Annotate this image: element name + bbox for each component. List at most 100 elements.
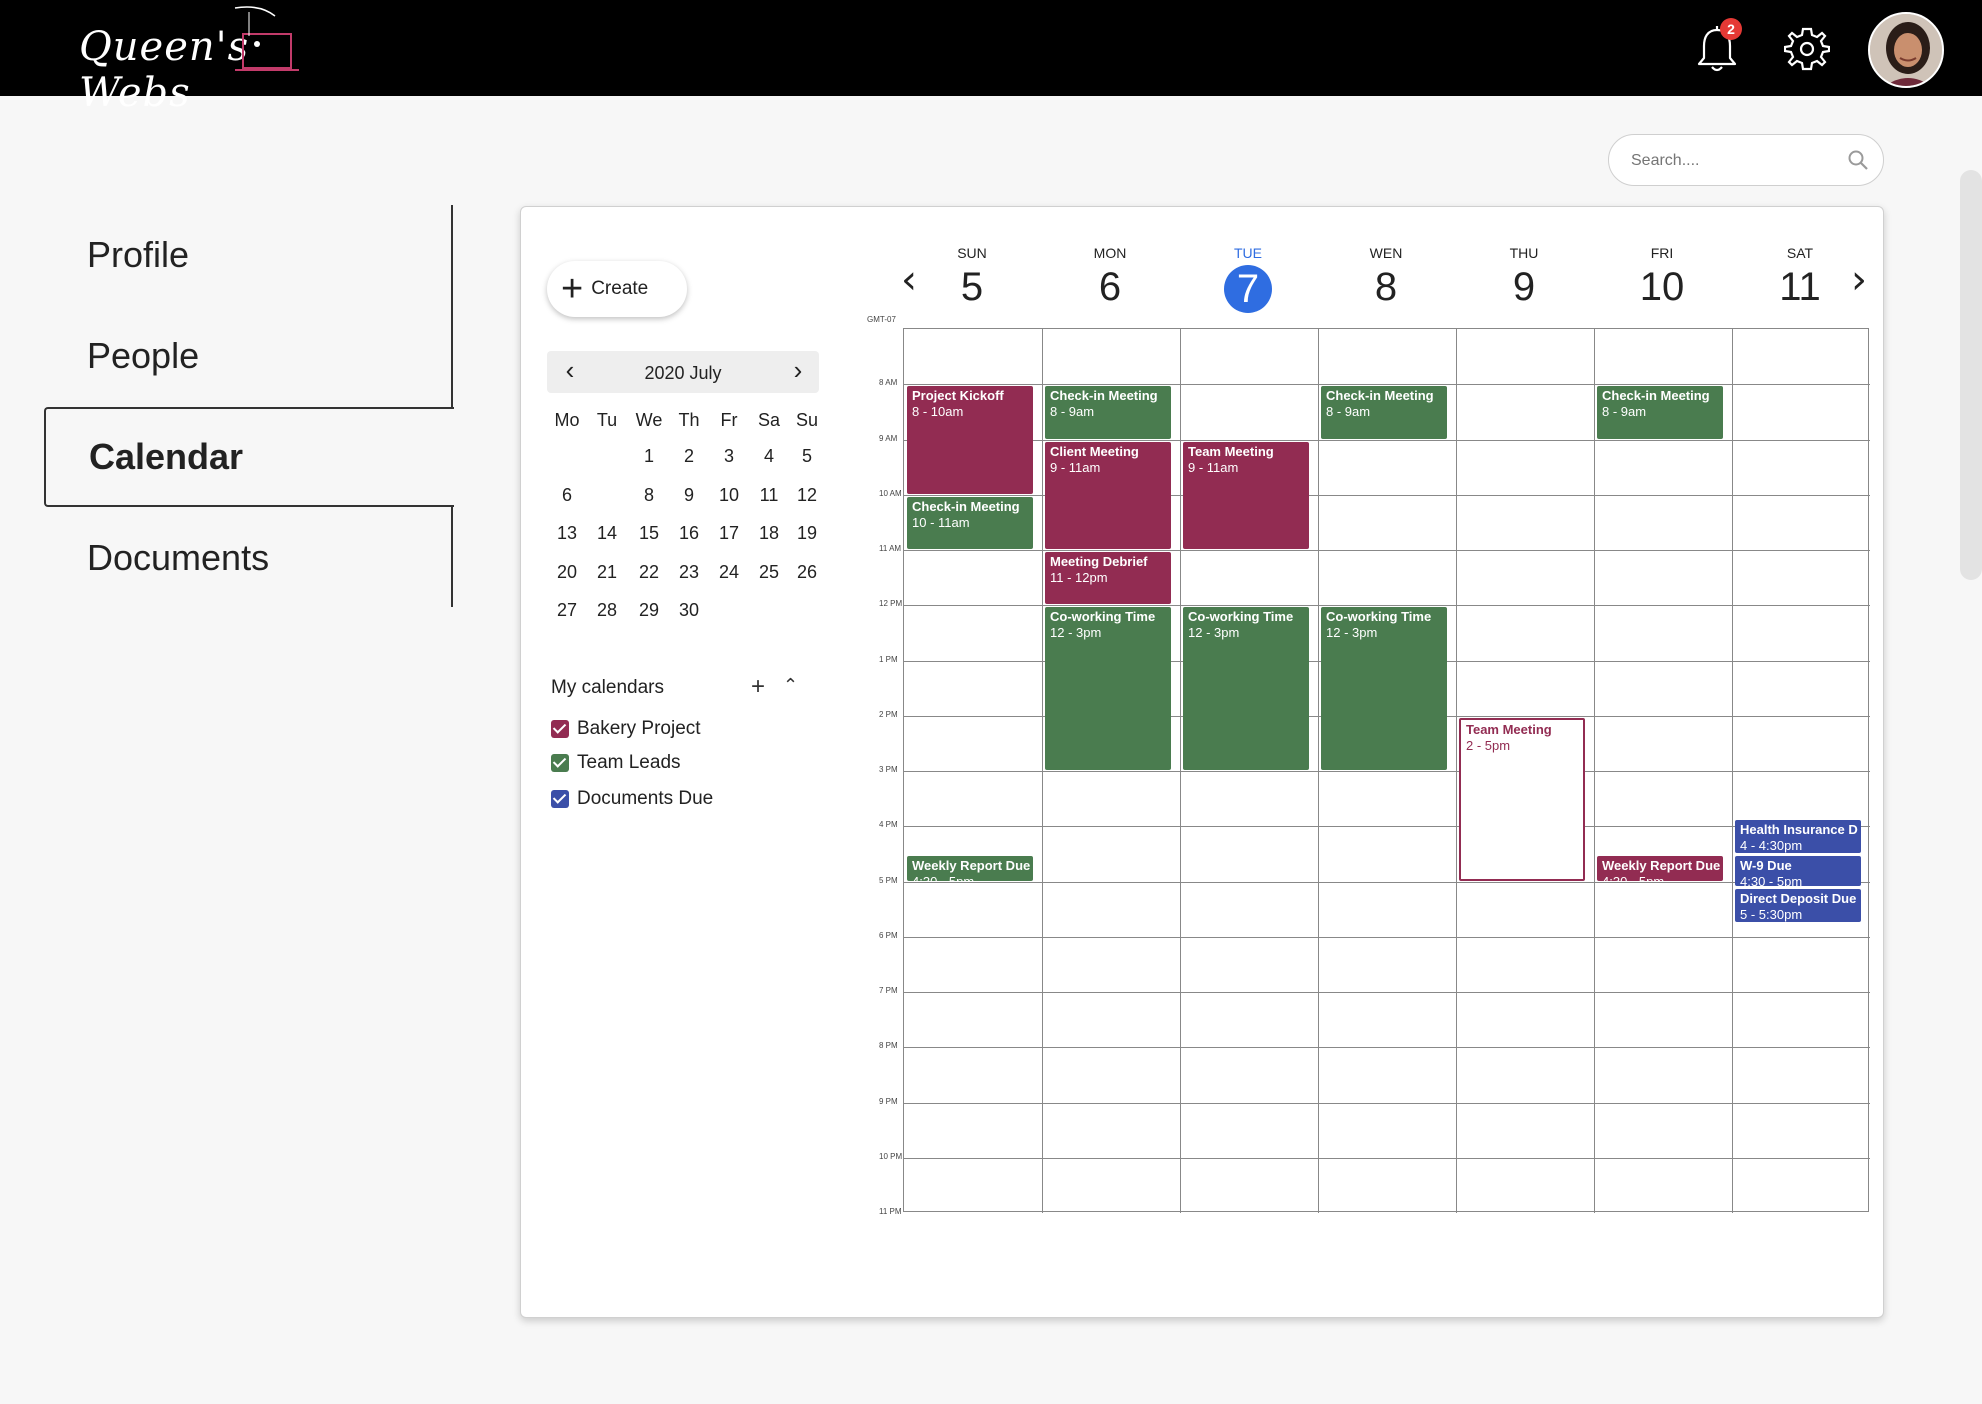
page-scrollbar[interactable] <box>1960 170 1982 580</box>
mini-day[interactable]: 10 <box>709 480 749 510</box>
calendar-checkbox[interactable] <box>551 790 569 808</box>
grid-hour-line <box>904 771 1870 772</box>
mini-day[interactable]: 5 <box>787 441 827 471</box>
event-title: Meeting Debrief <box>1050 554 1148 569</box>
collapse-chevron-up-icon[interactable]: ⌃ <box>783 675 798 696</box>
mini-day[interactable]: 9 <box>669 480 709 510</box>
mini-day[interactable]: 17 <box>709 518 749 548</box>
calendar-event[interactable]: Check-in Meeting 10 - 11am <box>907 496 1033 549</box>
mini-day[interactable]: 16 <box>669 518 709 548</box>
day-header[interactable]: MON 6 <box>1041 245 1179 309</box>
settings-gear-icon[interactable] <box>1784 26 1830 72</box>
calendar-event[interactable]: W-9 Due 4:30 - 5pm <box>1735 855 1861 887</box>
nav-item-people[interactable]: People <box>44 306 454 406</box>
calendar-event[interactable]: Weekly Report Due4:30 - 5pm <box>907 855 1033 881</box>
mini-day[interactable]: 12 <box>787 480 827 510</box>
day-date: 11 <box>1731 265 1869 309</box>
mini-day[interactable]: 18 <box>749 518 789 548</box>
mini-day[interactable]: 24 <box>709 557 749 587</box>
search-icon[interactable] <box>1847 149 1869 171</box>
mini-day[interactable]: 23 <box>669 557 709 587</box>
event-time: 12 - 3pm <box>1050 625 1102 641</box>
calendar-item-label: Team Leads <box>577 752 681 773</box>
mini-day[interactable]: 1 <box>629 441 669 471</box>
mini-day[interactable]: 8 <box>629 480 669 510</box>
calendar-event[interactable]: Meeting Debrief 11 - 12pm <box>1045 552 1171 605</box>
calendar-item-label: Bakery Project <box>577 718 701 739</box>
mini-day[interactable]: 25 <box>749 557 789 587</box>
calendar-checkbox[interactable] <box>551 720 569 738</box>
mini-day[interactable]: 4 <box>749 441 789 471</box>
nav-item-calendar[interactable]: Calendar <box>44 407 454 507</box>
calendar-event[interactable]: Team Meeting 2 - 5pm <box>1459 717 1585 881</box>
mini-day-selected[interactable]: 7 <box>587 475 627 514</box>
mini-day[interactable]: 6 <box>547 480 587 510</box>
calendar-event[interactable]: Co-working Time 12 - 3pm <box>1321 607 1447 770</box>
calendar-event[interactable]: Weekly Report Due4:30 - 5pm <box>1597 855 1723 881</box>
mini-day[interactable]: 22 <box>629 557 669 587</box>
event-title: Co-working Time <box>1050 609 1156 625</box>
grid-hour-line <box>904 384 1870 386</box>
add-calendar-plus-icon[interactable]: + <box>751 673 765 701</box>
search-input[interactable] <box>1631 149 1841 173</box>
calendar-event[interactable]: Co-working Time 12 - 3pm <box>1045 607 1171 770</box>
event-time: 4 - 4:30pm <box>1740 837 1803 853</box>
mini-day[interactable]: 19 <box>787 518 827 548</box>
mini-day[interactable]: 27 <box>547 595 587 625</box>
event-time: 4:30 - 5pm <box>1602 874 1718 881</box>
timezone-label: GMT-07 <box>867 315 896 324</box>
calendar-event[interactable]: Check-in Meeting 8 - 9am <box>1045 386 1171 439</box>
mini-day[interactable]: 3 <box>709 441 749 471</box>
mini-day[interactable]: 2 <box>669 441 709 471</box>
calendar-event[interactable]: Co-working Time 12 - 3pm <box>1183 607 1309 770</box>
weekday-label: Fr <box>720 410 738 430</box>
day-header[interactable]: TUE 7 <box>1179 245 1317 313</box>
day-header[interactable]: SAT 11 <box>1731 245 1869 309</box>
calendar-event[interactable]: Check-in Meeting 8 - 9am <box>1321 386 1447 439</box>
day-name: SUN <box>957 245 987 261</box>
event-title: Client Meeting <box>1050 443 1139 459</box>
calendar-checkbox[interactable] <box>551 754 569 772</box>
logo[interactable]: Queen's Webs <box>75 6 305 116</box>
nav-item-documents[interactable]: Documents <box>44 508 454 608</box>
mini-day[interactable]: 11 <box>749 480 789 510</box>
day-date-number: 9 <box>1512 265 1536 309</box>
event-title: Co-working Time <box>1326 609 1432 625</box>
day-date-number: 5 <box>960 265 984 309</box>
calendar-event[interactable]: Project Kickoff 8 - 10am <box>907 386 1033 494</box>
calendar-event[interactable]: Client Meeting 9 - 11am <box>1045 441 1171 549</box>
event-title: Check-in Meeting <box>1602 388 1710 404</box>
day-header[interactable]: THU 9 <box>1455 245 1593 309</box>
day-header[interactable]: SUN 5 <box>903 245 1041 309</box>
mini-day[interactable]: 13 <box>547 518 587 548</box>
grid-hour-line <box>904 439 1870 441</box>
mini-day[interactable]: 26 <box>787 557 827 587</box>
create-button[interactable]: + Create <box>547 261 687 317</box>
day-header[interactable]: FRI 10 <box>1593 245 1731 309</box>
mini-day[interactable]: 29 <box>629 595 669 625</box>
mini-day[interactable]: 15 <box>629 518 669 548</box>
mini-day[interactable]: 30 <box>669 595 709 625</box>
notification-badge: 2 <box>1720 18 1742 40</box>
mini-day[interactable]: 21 <box>587 557 627 587</box>
calendar-event[interactable]: Check-in Meeting 8 - 9am <box>1597 386 1723 439</box>
calendar-item-bakery-project: Bakery Project <box>551 717 701 741</box>
nav-item-profile[interactable]: Profile <box>44 205 454 305</box>
mini-day[interactable]: 20 <box>547 557 587 587</box>
my-calendars-title: My calendars <box>551 677 664 698</box>
mini-day[interactable]: 14 <box>587 518 627 548</box>
mini-day[interactable]: 28 <box>587 595 627 625</box>
event-time: 4:30 - 5pm <box>1740 873 1803 887</box>
next-month-chevron-icon[interactable]: › <box>783 355 813 386</box>
event-title: Check-in Meeting <box>1326 388 1434 404</box>
calendar-event[interactable]: Team Meeting 9 - 11am <box>1183 441 1309 549</box>
event-time: 9 - 11am <box>1050 459 1101 475</box>
calendar-event[interactable]: Direct Deposit Due 5 - 5:30pm <box>1735 889 1861 922</box>
day-header[interactable]: WEN 8 <box>1317 245 1455 309</box>
calendar-event[interactable]: Health Insurance D4 - 4:30pm <box>1735 819 1861 853</box>
grid-hour-line <box>904 550 1870 551</box>
event-time: 8 - 10am <box>912 404 964 420</box>
event-title: Project Kickoff <box>912 388 1004 404</box>
user-avatar[interactable] <box>1868 12 1944 88</box>
event-time: 9 - 11am <box>1188 459 1239 475</box>
